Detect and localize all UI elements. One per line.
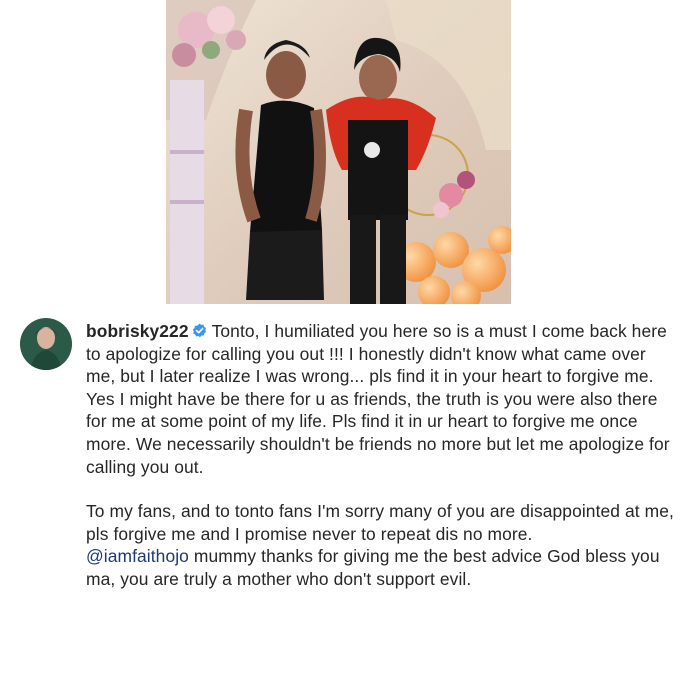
post-photo [166,0,511,304]
comment-paragraph-1: bobrisky222 Tonto, I humiliated you here … [86,320,680,478]
comment-body: bobrisky222 Tonto, I humiliated you here … [86,320,680,591]
comment-paragraph-3: @iamfaithojo mummy thanks for giving me … [86,545,680,590]
verified-badge-icon [192,323,206,338]
comment-text-2: To my fans, and to tonto fans I'm sorry … [86,501,674,544]
avatar-image [20,318,72,370]
comment-paragraph-2: To my fans, and to tonto fans I'm sorry … [86,500,680,545]
username[interactable]: bobrisky222 [86,321,189,341]
comment: bobrisky222 Tonto, I humiliated you here … [20,318,680,688]
mention-link[interactable]: @iamfaithojo [86,546,189,566]
post-photo-illustration [166,0,511,304]
avatar[interactable] [20,318,72,370]
comment-text-1: Tonto, I humiliated you here so is a mus… [86,321,670,477]
